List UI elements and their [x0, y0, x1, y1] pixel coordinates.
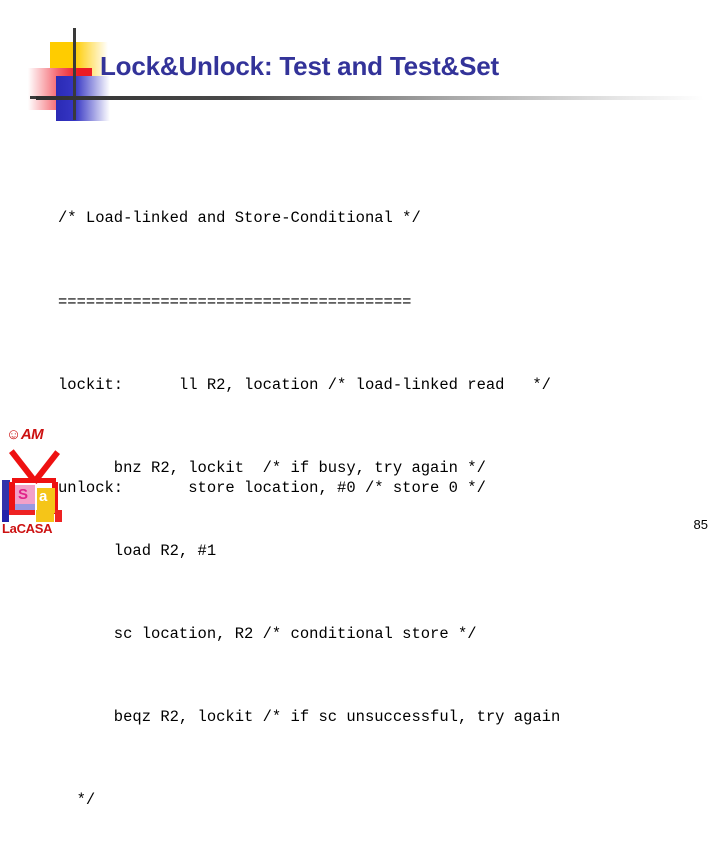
slide-header: Lock&Unlock: Test and Test&Set: [0, 0, 720, 121]
house-beam: [12, 478, 56, 483]
code-line: lockit: ll R2, location /* load-linked r…: [58, 375, 551, 394]
base-red-bar-segment: [55, 510, 62, 522]
code-line: /* Load-linked and Store-Conditional */: [58, 209, 421, 228]
house-letter-s: S: [18, 486, 29, 503]
am-wordmark: ☺AM: [6, 426, 44, 443]
title-divider: [36, 96, 704, 100]
lacasa-wordmark: LaCASA: [2, 521, 53, 536]
page-title: Lock&Unlock: Test and Test&Set: [100, 51, 499, 81]
code-line: sc location, R2 /* conditional store */: [58, 624, 477, 643]
house-letter-a: a: [39, 488, 48, 505]
code-line: load R2, #1: [58, 541, 217, 560]
base-red-segment: [9, 510, 35, 515]
code-line: unlock: store location, #0 /* store 0 */: [58, 479, 486, 498]
code-line: */: [58, 791, 96, 810]
page-number: 85: [693, 517, 708, 532]
lacasa-logo: ☺AM S a LaCASA: [2, 424, 64, 536]
code-listing-unlock: unlock: store location, #0 /* store 0 */: [58, 420, 708, 531]
lacasa-sa: SA: [34, 521, 53, 536]
lacasa-la: La: [2, 521, 17, 536]
decoration-vertical-line: [73, 28, 76, 120]
house-icon: S a: [2, 449, 62, 514]
code-line: ======================================: [58, 292, 412, 311]
lacasa-ca: CA: [16, 521, 35, 536]
code-line: beqz R2, lockit /* if sc unsuccessful, t…: [58, 708, 561, 727]
